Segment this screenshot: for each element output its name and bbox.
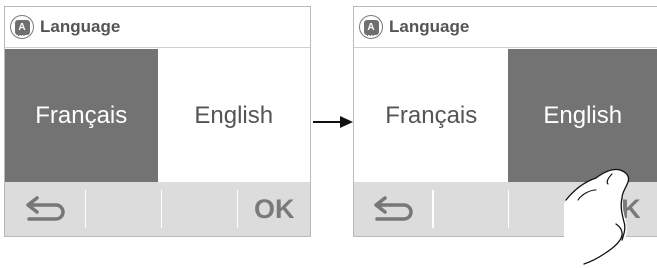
ok-label: OK: [253, 193, 295, 224]
empty-slot: [86, 182, 161, 236]
language-icon: A ···: [10, 15, 34, 39]
bottom-bar: OK: [5, 182, 310, 236]
back-button[interactable]: [5, 182, 85, 236]
title-bar: A ··· Language: [354, 7, 657, 48]
option-francais[interactable]: Français: [354, 49, 509, 182]
option-english[interactable]: English: [157, 49, 310, 182]
language-icon: A ···: [359, 15, 383, 39]
empty-slot: [434, 182, 508, 236]
back-arrow-icon: [374, 196, 413, 221]
back-button[interactable]: [354, 182, 432, 236]
tapping-hand-icon: [564, 168, 630, 266]
empty-slot: [162, 182, 237, 236]
language-screen-before: A ··· Language Français English OK: [4, 6, 311, 237]
ok-button[interactable]: OK: [238, 182, 310, 236]
back-arrow-icon: [26, 196, 65, 221]
screen-title: Language: [40, 17, 121, 36]
right-arrow-icon: [313, 116, 353, 128]
option-francais[interactable]: Français: [5, 49, 158, 182]
title-bar: A ··· Language: [5, 7, 310, 48]
screen-title: Language: [389, 17, 470, 36]
language-options: Français English: [5, 49, 310, 182]
